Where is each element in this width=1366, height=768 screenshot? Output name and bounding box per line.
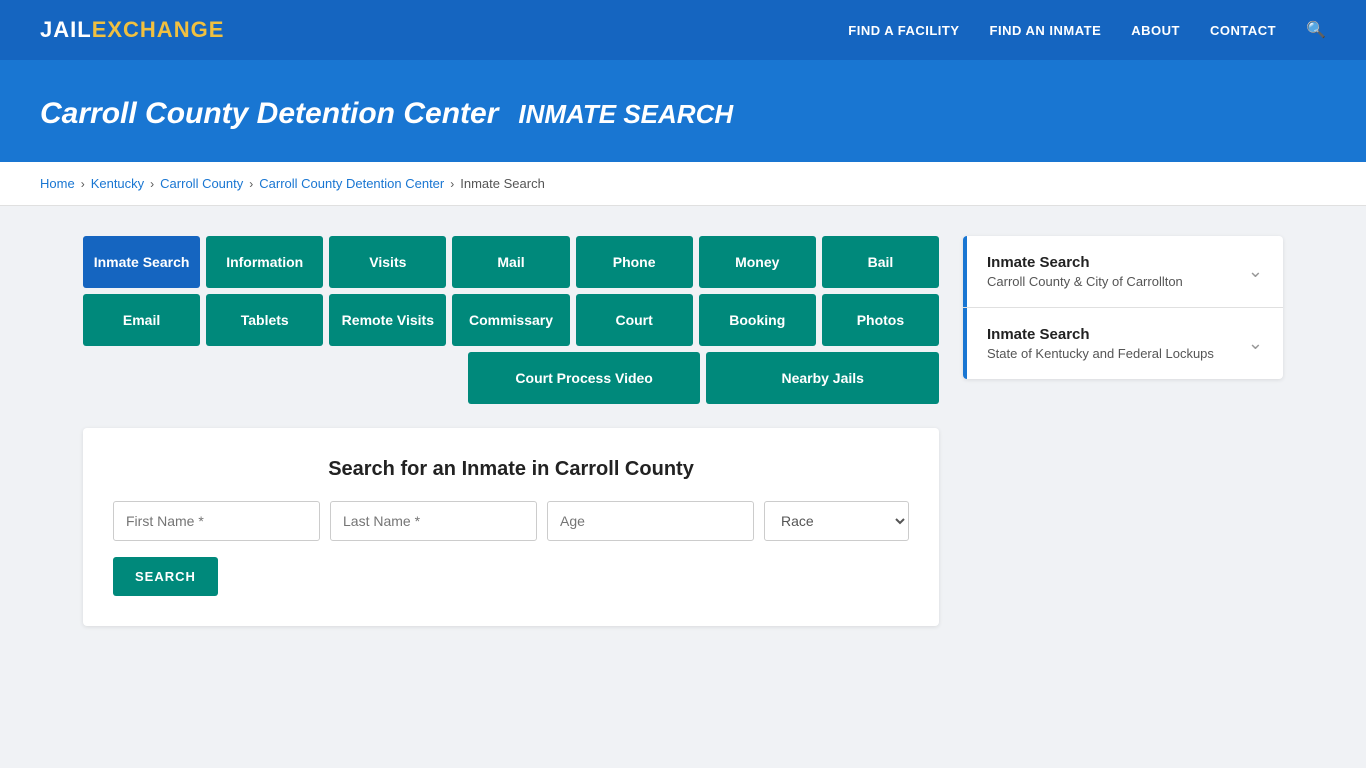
breadcrumb-sep-4: › [450, 177, 454, 191]
header: JAILEXCHANGE FIND A FACILITY FIND AN INM… [0, 0, 1366, 60]
breadcrumb: Home › Kentucky › Carroll County › Carro… [0, 162, 1366, 206]
breadcrumb-sep-2: › [150, 177, 154, 191]
hero-banner: Carroll County Detention Center INMATE S… [0, 60, 1366, 162]
chevron-down-icon-1: ⌄ [1248, 261, 1263, 282]
btn-tablets[interactable]: Tablets [206, 294, 323, 346]
search-icon[interactable]: 🔍 [1306, 20, 1326, 40]
nav-find-facility[interactable]: FIND A FACILITY [848, 23, 959, 38]
hero-title: Carroll County Detention Center INMATE S… [40, 90, 1326, 132]
sidebar-item-1-title: Inmate Search [987, 254, 1183, 271]
nav-row-1: Inmate Search Information Visits Mail Ph… [83, 236, 939, 288]
nav-row-3: Court Process Video Nearby Jails [83, 352, 939, 404]
sidebar-card: Inmate Search Carroll County & City of C… [963, 236, 1283, 379]
btn-inmate-search[interactable]: Inmate Search [83, 236, 200, 288]
btn-phone[interactable]: Phone [576, 236, 693, 288]
sidebar-item-2-title: Inmate Search [987, 326, 1214, 343]
age-input[interactable] [547, 501, 754, 541]
sidebar-item-2[interactable]: Inmate Search State of Kentucky and Fede… [963, 308, 1283, 379]
main-container: Inmate Search Information Visits Mail Ph… [43, 206, 1323, 656]
right-column: Inmate Search Carroll County & City of C… [963, 236, 1283, 626]
btn-remote-visits[interactable]: Remote Visits [329, 294, 446, 346]
sidebar-item-1-subtitle: Carroll County & City of Carrollton [987, 274, 1183, 289]
facility-name: Carroll County Detention Center [40, 97, 498, 130]
left-column: Inmate Search Information Visits Mail Ph… [83, 236, 939, 626]
main-nav: FIND A FACILITY FIND AN INMATE ABOUT CON… [848, 20, 1326, 40]
sidebar-item-1-left: Inmate Search Carroll County & City of C… [987, 254, 1183, 289]
nav-contact[interactable]: CONTACT [1210, 23, 1276, 38]
chevron-down-icon-2: ⌄ [1248, 333, 1263, 354]
sidebar-item-1[interactable]: Inmate Search Carroll County & City of C… [963, 236, 1283, 308]
search-form-title: Search for an Inmate in Carroll County [113, 458, 909, 481]
btn-commissary[interactable]: Commissary [452, 294, 569, 346]
breadcrumb-kentucky[interactable]: Kentucky [91, 176, 144, 191]
btn-visits[interactable]: Visits [329, 236, 446, 288]
logo-exchange: EXCHANGE [92, 17, 225, 42]
last-name-input[interactable] [330, 501, 537, 541]
first-name-input[interactable] [113, 501, 320, 541]
sidebar-item-2-subtitle: State of Kentucky and Federal Lockups [987, 346, 1214, 361]
btn-email[interactable]: Email [83, 294, 200, 346]
btn-nearby-jails[interactable]: Nearby Jails [706, 352, 939, 404]
btn-bail[interactable]: Bail [822, 236, 939, 288]
btn-mail[interactable]: Mail [452, 236, 569, 288]
search-form-fields: Race [113, 501, 909, 541]
breadcrumb-detention-center[interactable]: Carroll County Detention Center [259, 176, 444, 191]
race-select[interactable]: Race [764, 501, 909, 541]
btn-information[interactable]: Information [206, 236, 323, 288]
page-type: INMATE SEARCH [518, 99, 733, 129]
nav-about[interactable]: ABOUT [1131, 23, 1180, 38]
btn-booking[interactable]: Booking [699, 294, 816, 346]
btn-money[interactable]: Money [699, 236, 816, 288]
btn-court-process-video[interactable]: Court Process Video [468, 352, 701, 404]
search-button[interactable]: SEARCH [113, 557, 218, 596]
btn-court[interactable]: Court [576, 294, 693, 346]
logo: JAILEXCHANGE [40, 17, 224, 43]
breadcrumb-sep-3: › [249, 177, 253, 191]
nav-find-inmate[interactable]: FIND AN INMATE [990, 23, 1102, 38]
breadcrumb-current: Inmate Search [460, 176, 545, 191]
btn-photos[interactable]: Photos [822, 294, 939, 346]
sidebar-item-2-left: Inmate Search State of Kentucky and Fede… [987, 326, 1214, 361]
breadcrumb-home[interactable]: Home [40, 176, 75, 191]
nav-row-2: Email Tablets Remote Visits Commissary C… [83, 294, 939, 346]
search-form-container: Search for an Inmate in Carroll County R… [83, 428, 939, 626]
breadcrumb-sep-1: › [81, 177, 85, 191]
breadcrumb-carroll-county[interactable]: Carroll County [160, 176, 243, 191]
logo-jail: JAIL [40, 17, 92, 42]
